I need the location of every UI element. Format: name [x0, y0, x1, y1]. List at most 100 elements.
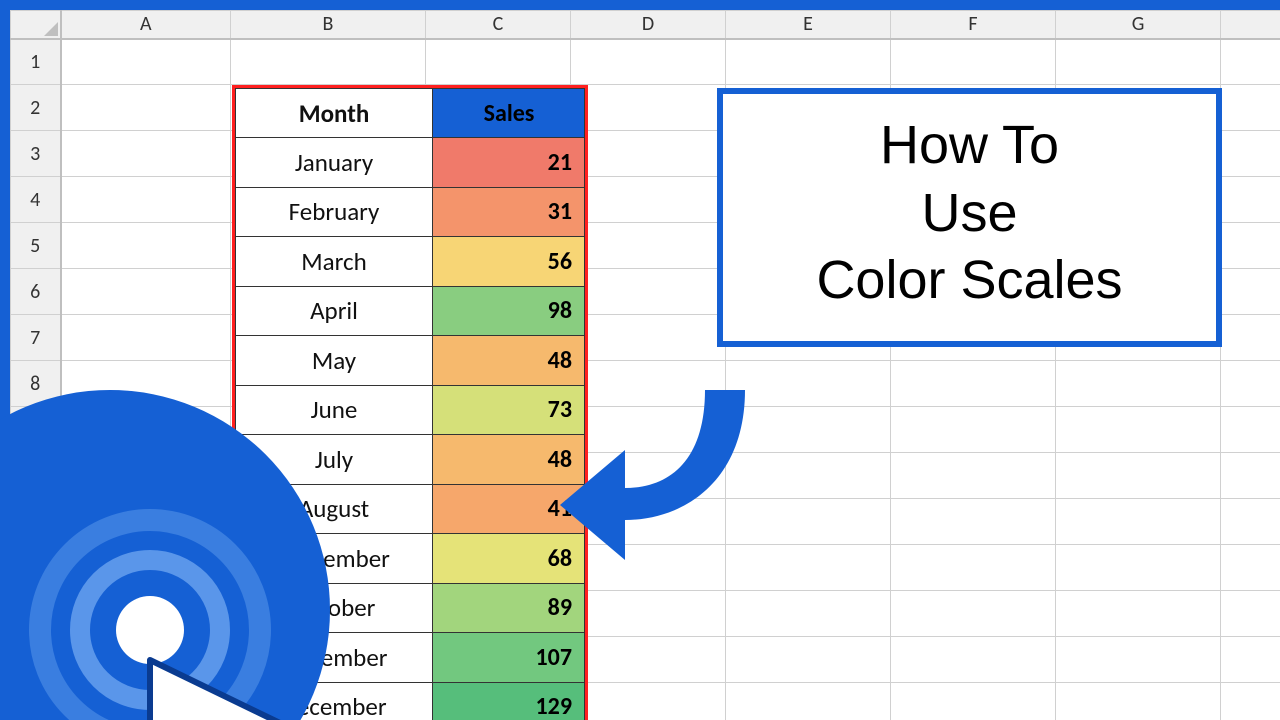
cell[interactable]: [1056, 591, 1221, 637]
cell[interactable]: [571, 177, 726, 223]
sales-cell[interactable]: 98: [433, 286, 585, 336]
cell[interactable]: [571, 315, 726, 361]
cell[interactable]: [726, 683, 891, 720]
header-month[interactable]: Month: [236, 89, 433, 138]
cell[interactable]: [891, 591, 1056, 637]
cell[interactable]: [571, 683, 726, 720]
select-all-corner[interactable]: [11, 11, 61, 39]
sales-cell[interactable]: 89: [433, 583, 585, 633]
cell[interactable]: [891, 407, 1056, 453]
row-header[interactable]: 1: [11, 39, 61, 85]
cell[interactable]: [1056, 637, 1221, 683]
cell[interactable]: [1221, 223, 1280, 269]
cell[interactable]: [1221, 545, 1280, 591]
table-row: March56: [236, 237, 585, 287]
cell[interactable]: [1221, 683, 1280, 720]
cell[interactable]: [1056, 545, 1221, 591]
cell[interactable]: [61, 223, 231, 269]
col-header[interactable]: B: [231, 11, 426, 39]
cell[interactable]: [1221, 361, 1280, 407]
col-header[interactable]: E: [726, 11, 891, 39]
cell[interactable]: [1221, 407, 1280, 453]
month-cell[interactable]: May: [236, 336, 433, 386]
callout-line: How To: [733, 112, 1206, 180]
column-header-row: A B C D E F G H: [11, 11, 1280, 39]
cell[interactable]: [61, 85, 231, 131]
cell[interactable]: [426, 39, 571, 85]
cell[interactable]: [61, 131, 231, 177]
sales-cell[interactable]: 56: [433, 237, 585, 287]
row-header[interactable]: 4: [11, 177, 61, 223]
row-header[interactable]: 6: [11, 269, 61, 315]
cell[interactable]: [61, 39, 231, 85]
cell[interactable]: [891, 545, 1056, 591]
row-header[interactable]: 3: [11, 131, 61, 177]
table-row: January21: [236, 138, 585, 188]
month-cell[interactable]: February: [236, 187, 433, 237]
cell[interactable]: [571, 131, 726, 177]
cell[interactable]: [571, 591, 726, 637]
cell[interactable]: [1056, 499, 1221, 545]
callout-line: Use: [733, 180, 1206, 248]
cell[interactable]: [1221, 177, 1280, 223]
month-cell[interactable]: January: [236, 138, 433, 188]
cell[interactable]: [1056, 407, 1221, 453]
cell[interactable]: [1056, 683, 1221, 720]
col-header[interactable]: C: [426, 11, 571, 39]
cell[interactable]: [571, 637, 726, 683]
sales-cell[interactable]: 21: [433, 138, 585, 188]
col-header[interactable]: H: [1221, 11, 1280, 39]
sales-cell[interactable]: 129: [433, 682, 585, 720]
cell[interactable]: [1221, 131, 1280, 177]
cell[interactable]: [1221, 591, 1280, 637]
sales-cell[interactable]: 31: [433, 187, 585, 237]
row-header[interactable]: 7: [11, 315, 61, 361]
cell[interactable]: [61, 177, 231, 223]
data-header-row: Month Sales: [236, 89, 585, 138]
cell[interactable]: [571, 269, 726, 315]
col-header[interactable]: F: [891, 11, 1056, 39]
cell[interactable]: [891, 453, 1056, 499]
cell[interactable]: [1221, 85, 1280, 131]
cell[interactable]: [1221, 39, 1280, 85]
sheet-row: 1: [11, 39, 1280, 85]
cell[interactable]: [891, 39, 1056, 85]
table-row: February31: [236, 187, 585, 237]
cell[interactable]: [891, 499, 1056, 545]
cell[interactable]: [61, 315, 231, 361]
cell[interactable]: [891, 361, 1056, 407]
cell[interactable]: [61, 269, 231, 315]
title-callout: How To Use Color Scales: [717, 88, 1222, 347]
arrow-icon: [555, 370, 755, 590]
app-frame: A B C D E F G H 123456789 Month Sales Ja…: [0, 0, 1280, 720]
row-header[interactable]: 5: [11, 223, 61, 269]
month-cell[interactable]: April: [236, 286, 433, 336]
cell[interactable]: [1221, 453, 1280, 499]
cell[interactable]: [571, 85, 726, 131]
cell[interactable]: [726, 39, 891, 85]
table-row: April98: [236, 286, 585, 336]
col-header[interactable]: G: [1056, 11, 1221, 39]
cell[interactable]: [231, 39, 426, 85]
cell[interactable]: [571, 39, 726, 85]
cell[interactable]: [571, 223, 726, 269]
month-cell[interactable]: March: [236, 237, 433, 287]
callout-line: Color Scales: [733, 247, 1206, 315]
col-header[interactable]: A: [61, 11, 231, 39]
cell[interactable]: [891, 683, 1056, 720]
col-header[interactable]: D: [571, 11, 726, 39]
header-sales[interactable]: Sales: [433, 89, 585, 138]
cell[interactable]: [1056, 453, 1221, 499]
cell[interactable]: [1221, 637, 1280, 683]
sales-cell[interactable]: 107: [433, 633, 585, 683]
cell[interactable]: [726, 591, 891, 637]
cell[interactable]: [1221, 499, 1280, 545]
cursor-click-logo-icon: [0, 390, 330, 720]
row-header[interactable]: 2: [11, 85, 61, 131]
cell[interactable]: [726, 637, 891, 683]
cell[interactable]: [1221, 315, 1280, 361]
cell[interactable]: [1056, 361, 1221, 407]
cell[interactable]: [891, 637, 1056, 683]
cell[interactable]: [1056, 39, 1221, 85]
cell[interactable]: [1221, 269, 1280, 315]
